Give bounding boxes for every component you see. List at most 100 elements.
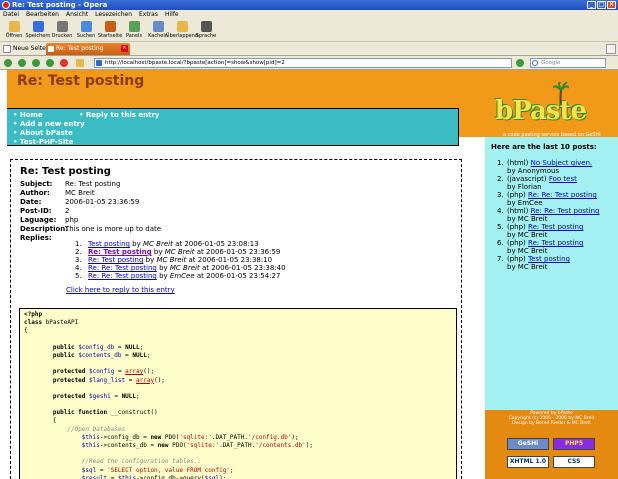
window-titlebar: Re: Test posting - Opera _ □ × [0,0,618,10]
reply-item: 4. Re: Re: Test posting by MC Breit at 20… [75,264,286,272]
tab-bar: Neue Seite Re: Test posting × [0,42,618,56]
code-token: $this [117,474,136,479]
nav-link-add-a-new-entry[interactable]: Add a new entry [13,120,85,129]
php5-badge[interactable]: PHP5 [553,438,595,450]
close-tab-icon[interactable]: × [121,45,128,52]
opera-logo-icon [2,1,10,9]
recent-post-link[interactable]: Re: Re: Test posting [531,207,600,215]
nav-link-test-php-site[interactable]: Test-PHP-Site [13,138,85,147]
code-token: array [125,368,144,376]
code-line: { [24,417,452,425]
menu-item-bearbeiten[interactable]: Bearbeiten [26,10,59,20]
geshi-badge[interactable]: GeSHi [507,438,549,450]
rewind-icon[interactable] [32,59,40,67]
new-page-button[interactable]: Neue Seite [3,44,46,54]
open-folder-icon [8,21,20,32]
code-line: public $contents_db = NULL; [24,352,452,360]
address-input[interactable]: http://localhost/bpaste.local/?bpaste[ac… [94,58,512,68]
page-icon [48,46,54,52]
recent-post-link[interactable]: Re: Test posting [528,239,583,247]
reply-link-title[interactable]: Re: Test posting [88,256,143,264]
tile-icon [152,21,164,32]
recent-post-number: 2. [497,175,504,183]
nav-right: Reply to this entry [79,111,160,120]
menu-item-datei[interactable]: Datei [3,10,19,20]
code-token: __construct() [110,409,158,417]
save-icon [32,21,44,32]
toolbar-button-speichern[interactable]: Speichern [26,20,50,41]
search-input[interactable]: Google [530,58,606,68]
recent-post-link[interactable]: Re: Test posting [528,223,583,231]
reply-link-title[interactable]: Test posting [88,240,130,248]
reply-link-title[interactable]: Re: Test posting [88,248,152,256]
menu-item-hilfe[interactable]: Hilfe [165,10,179,20]
search-placeholder: Google [541,60,561,66]
recent-post-number: 7. [497,255,504,263]
nav-link-home[interactable]: Home [13,111,85,120]
menu-item-extras[interactable]: Extras [139,10,158,20]
toolbar-button-panels[interactable]: Panels [123,20,145,41]
recent-post-link[interactable]: Foo test [549,175,577,183]
recent-post-author: by MC Breit [507,263,548,271]
recent-post-author: by MC Breit [507,247,548,255]
recent-post-link[interactable]: No Subject given. [531,159,593,167]
meta-value: Re: Test posting [65,180,121,188]
meta-key: Author: [20,189,50,197]
xhtml-badge[interactable]: XHTML 1.0 [507,456,549,468]
reply-item: 5. Re: Re: Test posting by EmCee at 2006-… [75,272,286,280]
recent-post-author: by Florian [507,183,542,191]
code-token: ); [219,474,227,479]
reload-icon[interactable] [60,59,68,67]
code-token: protected [24,392,90,400]
reply-link-title[interactable]: Re: Re: Test posting [88,264,157,272]
code-token: new [150,433,165,441]
reply-author: MC Breit [156,256,187,264]
edit-site-prefs-icon[interactable] [76,59,84,67]
back-icon[interactable] [4,59,12,67]
maximize-button[interactable]: □ [597,1,606,9]
go-icon[interactable] [516,59,524,67]
fast-forward-icon[interactable] [46,59,54,67]
tab-active[interactable]: Re: Test posting × [46,43,130,55]
reply-link-title[interactable]: Re: Re: Test posting [88,272,157,280]
close-window-button[interactable]: × [607,1,616,9]
code-token: new [157,442,173,449]
toolbar-button-startseite[interactable]: Startseite [98,20,122,41]
reply-date: at 2006-01-05 23:54:27 [194,272,281,280]
code-token: PDO( [164,433,180,441]
css-badge[interactable]: CSS [553,456,595,468]
nav-link-about-bpaste[interactable]: About bPaste [13,129,85,138]
nav-link-reply[interactable]: Reply to this entry [79,111,160,120]
recent-post-link[interactable]: Test posting [528,255,570,263]
code-token: bPasteAPI [45,319,79,327]
recent-post-number: 4. [497,207,504,215]
toolbar-button-suchen[interactable]: Suchen [75,20,97,41]
forward-icon[interactable] [18,59,26,67]
recent-post-lang: (html) [507,159,531,167]
powered-text: Powered by bPaste Copyright (c) 2005 - 20… [485,411,618,426]
menu-item-lesezeichen[interactable]: Lesezeichen [95,10,132,20]
toolbar-button-sprache[interactable]: Sprache [195,20,217,41]
meta-row: Post-ID: 2 [20,207,161,216]
sidebar: Here are the last 10 posts: 1. (html) No … [485,137,618,479]
code-token: $contents_db [78,351,122,359]
code-token: { [24,417,57,425]
toolbar-button-drucken[interactable]: Drucken [51,20,73,41]
toolbar-label: Drucken [51,33,73,39]
code-token: //Read the configuration tables.. [24,458,202,466]
recent-post-number: 1. [497,159,504,167]
reply-number: 5. [75,272,82,280]
recent-post-link[interactable]: Re: Re: Test posting [528,191,597,199]
minimize-button[interactable]: _ [587,1,596,9]
meta-value: MC Breit [65,189,95,197]
menu-item-ansicht[interactable]: Ansicht [66,10,88,20]
meta-key: Date: [20,198,42,206]
toolbar-button-öffnen[interactable]: Öffnen [3,20,25,41]
toolbar-button-überlappend[interactable]: Überlappend [166,20,198,41]
recent-post-author: by Anonymous [507,167,560,175]
reply-by: by [156,272,170,280]
tab-menu-button[interactable] [606,44,616,54]
reply-link[interactable]: Click here to reply to this entry [66,286,175,294]
new-page-label: Neue Seite [13,45,46,52]
reply-item: 3. Re: Test posting by MC Breit at 2006-0… [75,256,286,264]
